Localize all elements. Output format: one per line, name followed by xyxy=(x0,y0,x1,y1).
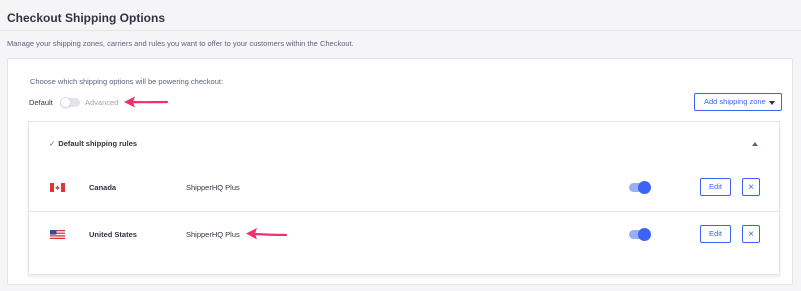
table-row: United States ShipperHQ Plus Edit × xyxy=(29,211,779,255)
us-flag-icon xyxy=(50,230,65,239)
toggle-knob xyxy=(638,181,651,194)
page-bottom xyxy=(0,287,801,291)
chevron-up-icon[interactable] xyxy=(752,142,758,146)
header-divider xyxy=(0,30,801,31)
delete-button[interactable]: × xyxy=(742,178,760,196)
default-shipping-rules-card: ✓ Default shipping rules Canada ShipperHQ… xyxy=(28,121,780,275)
edit-button[interactable]: Edit xyxy=(700,178,731,196)
table-row: Canada ShipperHQ Plus Edit × xyxy=(29,165,779,209)
close-icon: × xyxy=(748,228,754,240)
canada-flag-icon xyxy=(50,183,65,192)
close-icon: × xyxy=(748,181,754,193)
rule-enabled-toggle[interactable] xyxy=(629,228,651,241)
page-title: Checkout Shipping Options xyxy=(7,11,165,25)
rules-heading[interactable]: ✓ Default shipping rules xyxy=(49,139,137,148)
add-shipping-zone-label: Add shipping zone xyxy=(704,97,766,106)
annotation-arrow-icon xyxy=(246,228,288,240)
carrier-name: ShipperHQ Plus xyxy=(186,230,240,239)
carrier-name: ShipperHQ Plus xyxy=(186,183,240,192)
toggle-knob xyxy=(60,97,71,108)
rule-enabled-toggle[interactable] xyxy=(629,181,651,194)
page-subtitle: Manage your shipping zones, carriers and… xyxy=(7,39,354,48)
mode-toggle[interactable] xyxy=(60,97,80,108)
add-shipping-zone-button[interactable]: Add shipping zone xyxy=(694,93,782,111)
toggle-knob xyxy=(638,228,651,241)
country-name: United States xyxy=(89,230,137,239)
advanced-label: Advanced xyxy=(85,98,119,107)
default-label: Default xyxy=(29,98,53,107)
chevron-down-icon xyxy=(769,101,775,105)
rules-heading-label: Default shipping rules xyxy=(58,139,138,148)
options-prompt: Choose which shipping options will be po… xyxy=(30,77,224,86)
shipping-options-panel: Choose which shipping options will be po… xyxy=(7,58,793,285)
delete-button[interactable]: × xyxy=(742,225,760,243)
country-name: Canada xyxy=(89,183,117,192)
edit-button[interactable]: Edit xyxy=(700,225,731,243)
annotation-arrow-icon xyxy=(124,96,169,108)
check-icon: ✓ xyxy=(49,139,56,148)
